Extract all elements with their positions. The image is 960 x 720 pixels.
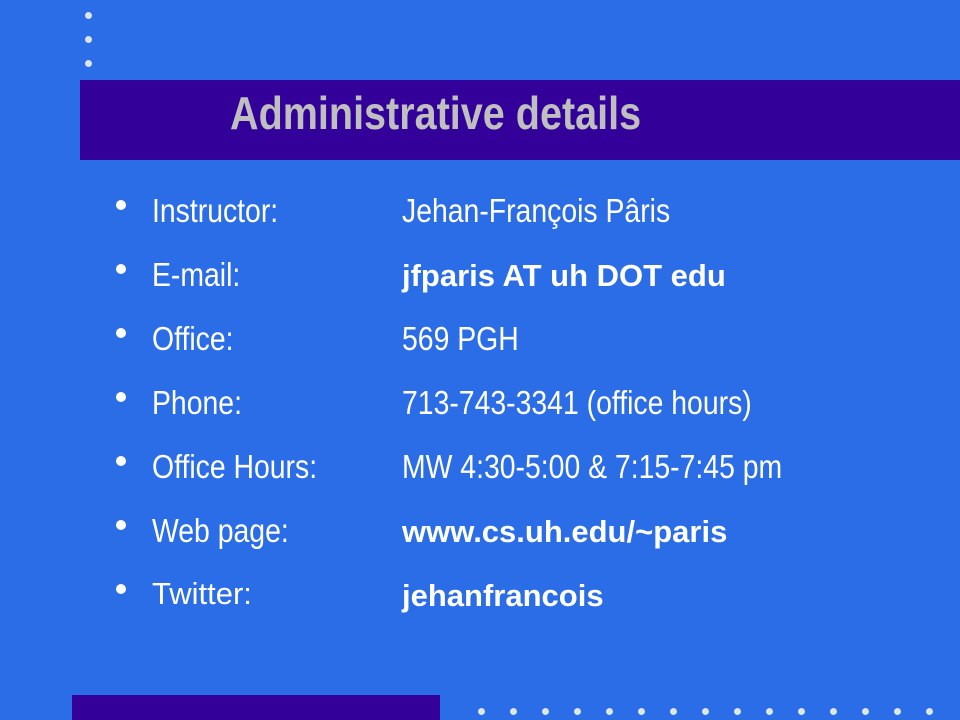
bullet-icon <box>116 328 126 338</box>
item-label: Twitter: <box>152 576 252 611</box>
decorative-dot <box>798 708 805 715</box>
bottom-bar <box>72 695 440 720</box>
decorative-dot <box>606 708 613 715</box>
list-item-office-hours: Office Hours: MW 4:30-5:00 & 7:15-7:45 p… <box>116 448 916 492</box>
slide-title: Administrative details <box>230 87 642 139</box>
title-bar: Administrative details <box>80 80 960 160</box>
bullet-icon <box>116 584 126 594</box>
decorative-dot <box>830 708 837 715</box>
list-item-twitter: Twitter: jehanfrancois <box>116 576 916 620</box>
decorative-dot <box>670 708 677 715</box>
item-value: 713-743-3341 (office hours) <box>402 384 752 421</box>
decorative-dot <box>926 708 933 715</box>
decorative-dot <box>638 708 645 715</box>
item-label: Office Hours: <box>152 448 318 485</box>
item-value: 569 PGH <box>402 320 519 357</box>
item-label: Web page: <box>152 512 289 549</box>
item-value: Jehan-François Pâris <box>402 192 671 229</box>
decorative-dot <box>702 708 709 715</box>
bullet-icon <box>116 264 126 274</box>
bullet-icon <box>116 456 126 466</box>
list-item-phone: Phone: 713-743-3341 (office hours) <box>116 384 916 428</box>
decorative-dot <box>85 36 92 43</box>
list-item-email: E-mail: jfparis AT uh DOT edu <box>116 256 916 300</box>
decorative-dot <box>85 12 92 19</box>
item-label: Phone: <box>152 384 242 421</box>
decorative-dot <box>574 708 581 715</box>
item-value: www.cs.uh.edu/~paris <box>402 514 728 549</box>
decorative-dot <box>734 708 741 715</box>
item-value: jehanfrancois <box>402 578 604 613</box>
bullet-icon <box>116 520 126 530</box>
list-item-web-page: Web page: www.cs.uh.edu/~paris <box>116 512 916 556</box>
decorative-dot <box>894 708 901 715</box>
decorative-dot <box>85 60 92 67</box>
decorative-dot <box>862 708 869 715</box>
decorative-dot <box>766 708 773 715</box>
list-item-office: Office: 569 PGH <box>116 320 916 364</box>
item-label: E-mail: <box>152 256 241 293</box>
decorative-dot <box>478 708 485 715</box>
bullet-icon <box>116 200 126 210</box>
item-value: jfparis AT uh DOT edu <box>402 258 726 293</box>
decorative-dot <box>510 708 517 715</box>
list-item-instructor: Instructor: Jehan-François Pâris <box>116 192 916 236</box>
item-label: Instructor: <box>152 192 279 229</box>
decorative-dot <box>542 708 549 715</box>
item-label: Office: <box>152 320 234 357</box>
bullet-icon <box>116 392 126 402</box>
item-value: MW 4:30-5:00 & 7:15-7:45 pm <box>402 448 783 485</box>
